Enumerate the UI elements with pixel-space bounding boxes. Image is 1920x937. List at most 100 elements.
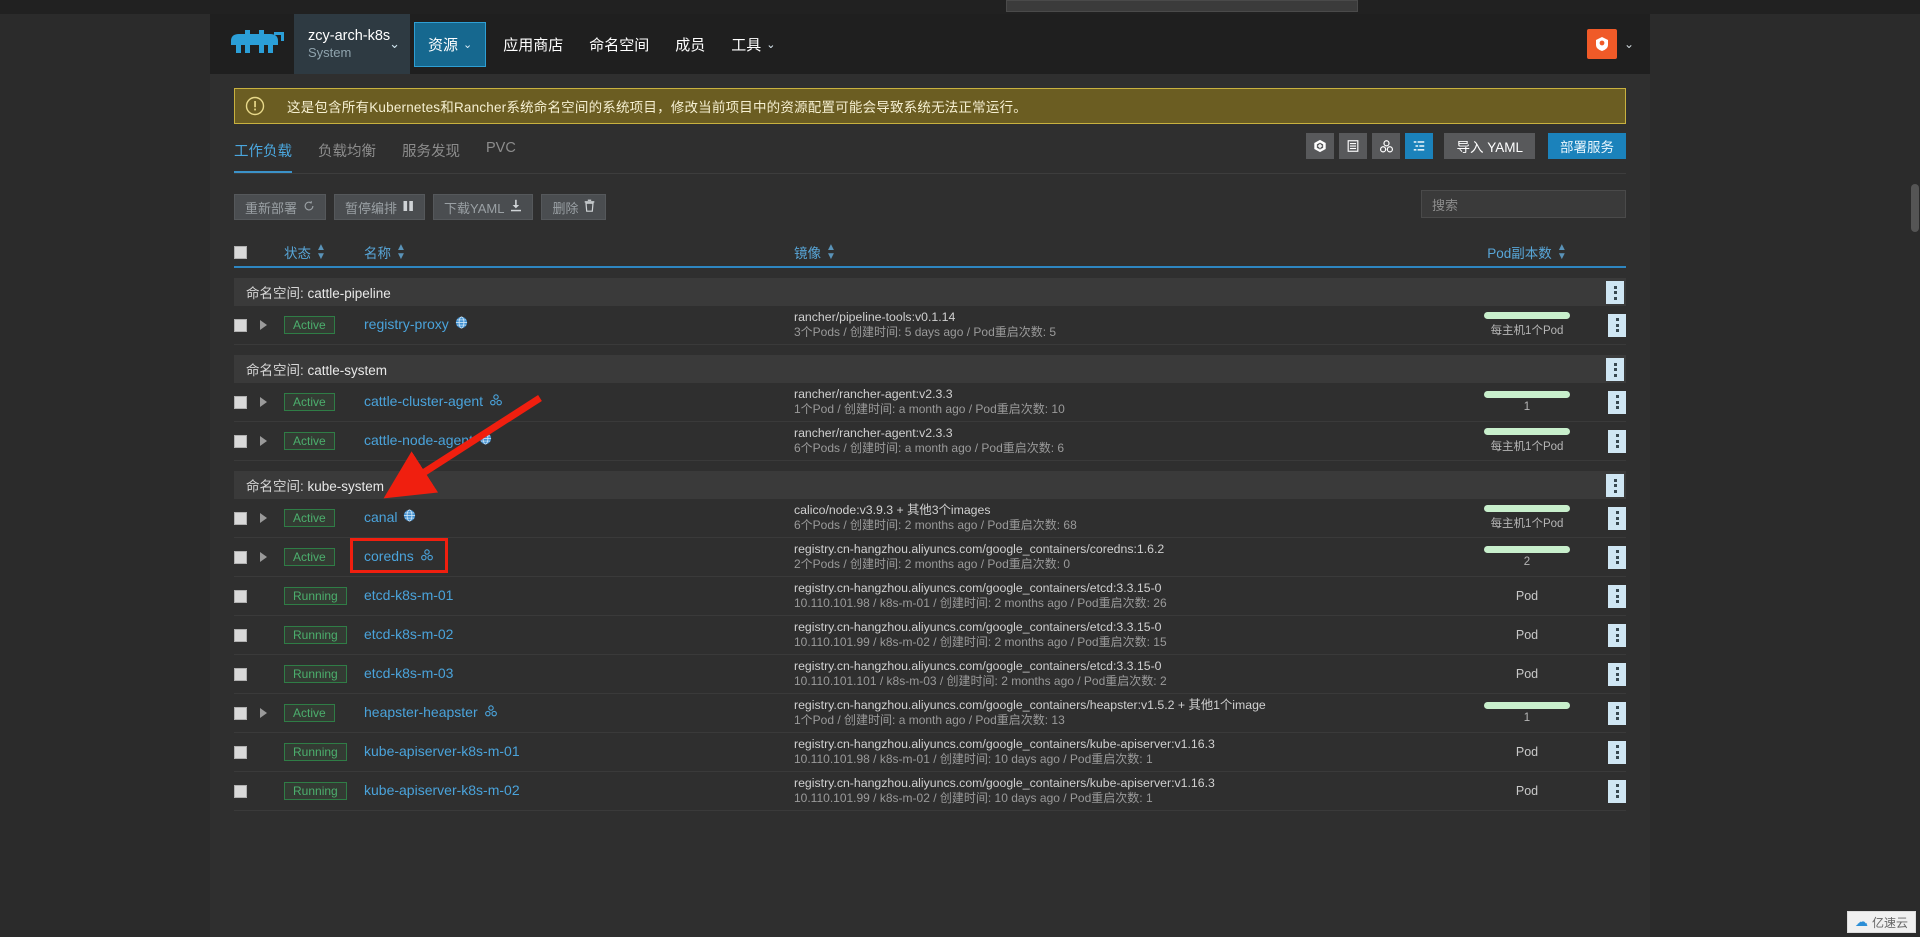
row-expander[interactable]: [260, 708, 284, 718]
nav-item-app-store[interactable]: 应用商店: [490, 14, 576, 74]
pod-label: Pod: [1515, 667, 1539, 681]
group-view-icon[interactable]: [1372, 133, 1401, 159]
search-input[interactable]: 搜索: [1421, 190, 1626, 218]
workload-link[interactable]: etcd-k8s-m-03: [364, 665, 453, 681]
row-checkbox[interactable]: [234, 550, 260, 564]
user-menu[interactable]: ⌄: [1586, 29, 1634, 59]
row-checkbox[interactable]: [234, 784, 260, 798]
image-name: rancher/rancher-agent:v2.3.3: [794, 426, 953, 440]
table-row[interactable]: Running kube-apiserver-k8s-m-01 registry.c…: [234, 733, 1626, 772]
row-actions-menu[interactable]: [1592, 390, 1626, 414]
workload-link[interactable]: heapster-heapster: [364, 704, 498, 721]
table-row[interactable]: Running etcd-k8s-m-01 registry.cn-hangzhou…: [234, 577, 1626, 616]
grouped-list-view-icon[interactable]: [1405, 133, 1434, 159]
workload-name-cell: coredns: [364, 548, 794, 567]
table-row[interactable]: Active cattle-node-agent rancher/rancher-a…: [234, 422, 1626, 461]
row-actions-menu[interactable]: [1592, 623, 1626, 647]
tab-workloads[interactable]: 工作负载: [234, 136, 292, 174]
tab-service-discovery[interactable]: 服务发现: [402, 136, 460, 174]
deployment-icon: [420, 548, 434, 565]
workload-link[interactable]: cattle-node-agent: [364, 432, 492, 448]
workload-link[interactable]: cattle-cluster-agent: [364, 393, 503, 410]
row-actions-menu[interactable]: [1592, 545, 1626, 569]
group-actions-menu[interactable]: [1606, 358, 1624, 381]
row-actions-menu[interactable]: [1592, 506, 1626, 530]
pause-orchestration-button[interactable]: 暂停编排: [334, 194, 426, 220]
table-row[interactable]: Running etcd-k8s-m-02 registry.cn-hangzhou…: [234, 616, 1626, 655]
row-checkbox[interactable]: [234, 395, 260, 409]
browser-url-bar[interactable]: [1006, 0, 1358, 12]
tab-load-balancing[interactable]: 负载均衡: [318, 136, 376, 174]
image-meta: 6个Pods / 创建时间: 2 months ago / Pod重启次数: 6…: [794, 518, 1077, 532]
column-header-name[interactable]: 名称 ▲ ▼: [364, 242, 794, 262]
namespace-group-header: 命名空间: kube-system: [234, 471, 1626, 499]
row-checkbox[interactable]: [234, 434, 260, 448]
table-row[interactable]: Active canal calico/node:v3.9.3 + 其他3个imag…: [234, 499, 1626, 538]
page-scrollbar[interactable]: [1910, 14, 1920, 937]
row-expander[interactable]: [260, 436, 284, 446]
row-actions-menu[interactable]: [1592, 779, 1626, 803]
pod-scale-cell: 2: [1462, 546, 1592, 568]
cluster-selector[interactable]: zcy-arch-k8s System ⌄: [294, 14, 410, 74]
table-row[interactable]: Active coredns registry.cn-hangzhou.aliyun…: [234, 538, 1626, 577]
row-expander[interactable]: [260, 513, 284, 523]
redeploy-icon: [303, 200, 315, 215]
workload-link[interactable]: coredns: [364, 548, 434, 565]
row-actions-menu[interactable]: [1592, 701, 1626, 725]
select-all-checkbox[interactable]: [234, 245, 260, 259]
workload-link[interactable]: registry-proxy: [364, 316, 468, 332]
group-actions-menu[interactable]: [1606, 474, 1624, 497]
row-actions-menu[interactable]: [1592, 313, 1626, 337]
nav-label: 工具: [731, 36, 762, 54]
nav-item-resources[interactable]: 资源 ⌄: [414, 21, 487, 67]
workload-link[interactable]: kube-apiserver-k8s-m-01: [364, 743, 520, 759]
row-expander[interactable]: [260, 397, 284, 407]
row-actions-menu[interactable]: [1592, 662, 1626, 686]
scrollbar-thumb[interactable]: [1911, 184, 1919, 232]
workload-link[interactable]: kube-apiserver-k8s-m-02: [364, 782, 520, 798]
table-row[interactable]: Running kube-apiserver-k8s-m-02 registry.c…: [234, 772, 1626, 811]
workload-name-cell: etcd-k8s-m-03: [364, 665, 794, 683]
deploy-service-button[interactable]: 部署服务: [1548, 133, 1626, 159]
table-row[interactable]: Active registry-proxy rancher/pipeline-too…: [234, 306, 1626, 345]
cluster-view-icon[interactable]: [1306, 133, 1335, 159]
row-checkbox[interactable]: [234, 628, 260, 642]
view-toolbar: 导入 YAML 部署服务: [1306, 133, 1626, 159]
row-actions-menu[interactable]: [1592, 740, 1626, 764]
workload-name: coredns: [364, 548, 414, 565]
group-actions-menu[interactable]: [1606, 281, 1624, 304]
delete-button[interactable]: 删除: [541, 194, 607, 220]
row-checkbox[interactable]: [234, 589, 260, 603]
row-actions-menu[interactable]: [1592, 584, 1626, 608]
table-row[interactable]: Active cattle-cluster-agent rancher/ranche…: [234, 383, 1626, 422]
workload-link[interactable]: etcd-k8s-m-02: [364, 626, 453, 642]
nav-item-members[interactable]: 成员: [662, 14, 718, 74]
status-badge: Active: [284, 704, 364, 722]
row-checkbox[interactable]: [234, 745, 260, 759]
column-header-state[interactable]: 状态 ▲ ▼: [284, 242, 364, 262]
list-view-icon[interactable]: [1339, 133, 1368, 159]
redeploy-button[interactable]: 重新部署: [234, 194, 327, 220]
table-row[interactable]: Active heapster-heapster registry.cn-hangz…: [234, 694, 1626, 733]
nav-item-tools[interactable]: 工具 ⌄: [718, 14, 788, 74]
row-checkbox[interactable]: [234, 667, 260, 681]
nav-item-namespaces[interactable]: 命名空间: [576, 14, 662, 74]
row-expander[interactable]: [260, 320, 284, 330]
column-header-image[interactable]: 镜像 ▲ ▼: [794, 242, 1462, 262]
row-checkbox[interactable]: [234, 511, 260, 525]
table-row[interactable]: Running etcd-k8s-m-03 registry.cn-hangzhou…: [234, 655, 1626, 694]
rancher-cow-logo[interactable]: [222, 14, 294, 74]
download-yaml-button[interactable]: 下载YAML: [433, 194, 534, 220]
row-actions-menu[interactable]: [1592, 429, 1626, 453]
table-body: 命名空间: cattle-pipeline Active registry-prox…: [234, 278, 1626, 811]
scale-bar: [1484, 546, 1570, 553]
column-header-pods[interactable]: Pod副本数 ▲ ▼: [1462, 242, 1592, 262]
row-checkbox[interactable]: [234, 318, 260, 332]
tab-pvc[interactable]: PVC: [486, 136, 516, 169]
workload-link[interactable]: canal: [364, 509, 416, 525]
row-checkbox[interactable]: [234, 706, 260, 720]
workload-link[interactable]: etcd-k8s-m-01: [364, 587, 453, 603]
import-yaml-button[interactable]: 导入 YAML: [1444, 133, 1535, 159]
row-expander[interactable]: [260, 552, 284, 562]
resource-tabs: 工作负载 负载均衡 服务发现 PVC 导入 YAML 部署服务: [234, 133, 1626, 174]
